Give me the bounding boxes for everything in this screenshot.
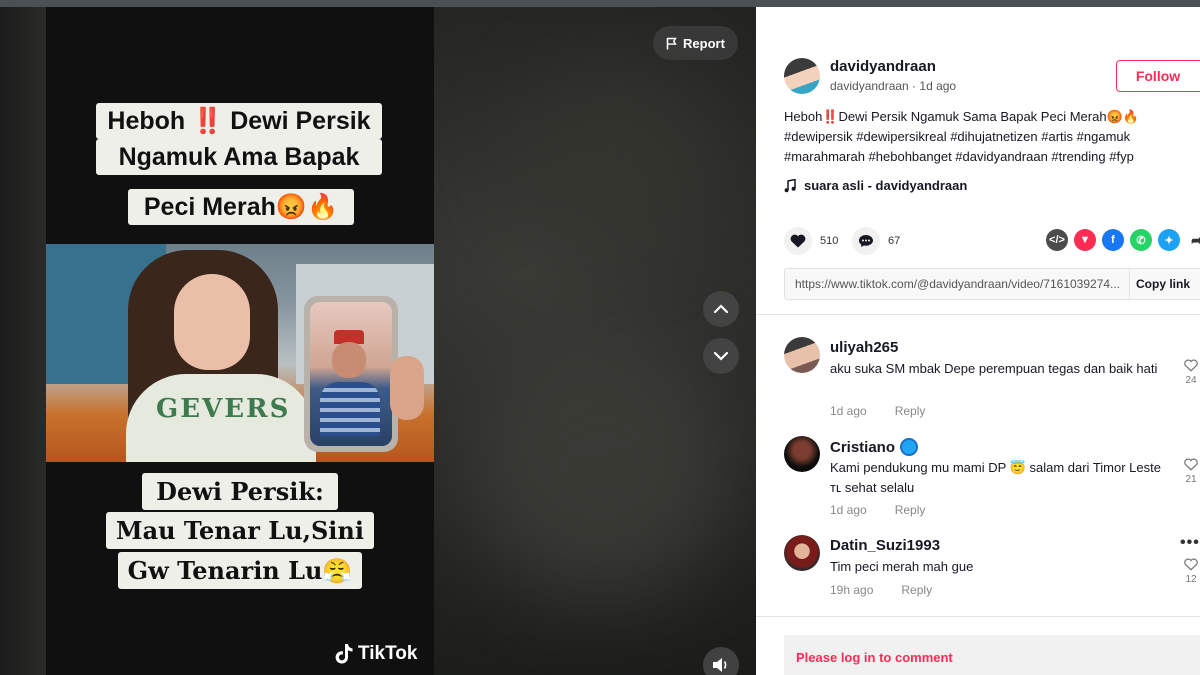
striped-shirt: [320, 382, 380, 436]
video-description: Heboh‼️Dewi Persik Ngamuk Sama Bapak Pec…: [784, 107, 1194, 167]
phone-in-hand: [304, 296, 398, 452]
description-hashtags[interactable]: #dewipersik #dewipersikreal #dihujatneti…: [784, 127, 1194, 167]
heart-outline-icon[interactable]: [1184, 359, 1198, 372]
share-link-url[interactable]: https://www.tiktok.com/@davidyandraan/vi…: [785, 277, 1129, 291]
comment-text: Tim peci merah mah gue: [830, 559, 974, 574]
comment-item: Cristiano Kami pendukung mu mami DP 😇 sa…: [784, 436, 1184, 526]
heart-icon[interactable]: [784, 227, 812, 255]
next-video-button[interactable]: [703, 338, 739, 374]
caption-top-line-1: Heboh ‼️ Dewi Persik: [96, 103, 382, 139]
blurred-background-blob: [470, 337, 730, 597]
blurred-background-blob: [520, 67, 720, 247]
man-face: [332, 342, 366, 378]
volume-button[interactable]: [703, 647, 739, 675]
share-row: </> ▼ f ✆ ✦ ➦: [1046, 229, 1200, 251]
reply-button[interactable]: Reply: [901, 583, 932, 597]
comment-item: uliyah265 aku suka SM mbak Depe perempua…: [784, 337, 1184, 427]
tiktok-watermark: TikTok: [334, 643, 417, 665]
share-link-box: https://www.tiktok.com/@davidyandraan/vi…: [784, 268, 1200, 300]
comment-like[interactable]: 24: [1184, 359, 1198, 386]
comment-like-count: 21: [1185, 474, 1197, 485]
share-arrow-icon[interactable]: ➦: [1186, 229, 1200, 251]
report-label: Report: [683, 35, 725, 51]
comment-username-text: uliyah265: [830, 339, 899, 356]
caption-top-line-3: Peci Merah😡🔥: [128, 189, 354, 225]
chevron-down-icon: [713, 351, 729, 361]
description-text: Heboh‼️Dewi Persik Ngamuk Sama Bapak Pec…: [784, 109, 1139, 124]
facebook-icon[interactable]: f: [1102, 229, 1124, 251]
like-count: 510: [820, 235, 839, 247]
comment-time: 19h ago: [830, 583, 874, 597]
caption-bottom-line-3: Gw Tenarin Lu😤: [118, 552, 362, 589]
comment-time: 1d ago: [830, 404, 867, 418]
reply-button[interactable]: Reply: [895, 404, 926, 418]
comment-like[interactable]: 21: [1184, 458, 1198, 485]
report-button[interactable]: Report: [653, 26, 738, 60]
comment-avatar[interactable]: [784, 436, 820, 472]
music-note-icon: [784, 178, 796, 192]
comment-username-text: Cristiano: [830, 438, 896, 456]
hand: [390, 356, 424, 420]
chevron-up-icon: [713, 304, 729, 314]
comment-stat[interactable]: 67: [852, 227, 900, 255]
blurred-background-left: [0, 7, 46, 675]
caption-top-line-2: Ngamuk Ama Bapak: [96, 139, 382, 175]
author-name[interactable]: davidyandraan: [830, 58, 936, 75]
author-avatar[interactable]: [784, 58, 820, 94]
tiktok-logo-icon: [335, 644, 353, 664]
comment-username[interactable]: Datin_Suzi1993: [830, 537, 940, 554]
tiktok-watermark-label: TikTok: [358, 643, 418, 664]
video-pane: Heboh ‼️ Dewi Persik Ngamuk Ama Bapak Pe…: [0, 7, 756, 675]
comment-avatar[interactable]: [784, 535, 820, 571]
phone-screen: [310, 302, 392, 446]
comment-text: aku suka SM mbak Depe perempuan tegas da…: [830, 361, 1158, 376]
author-subline: davidyandraan · 1d ago: [830, 79, 957, 93]
heart-outline-icon[interactable]: [1184, 458, 1198, 471]
comment-avatar[interactable]: [784, 337, 820, 373]
flag-icon: [666, 37, 677, 49]
login-to-comment-bar[interactable]: Please log in to comment: [784, 635, 1200, 675]
shirt-lettering: GEVERS: [156, 394, 291, 424]
comment-like-count: 12: [1185, 574, 1197, 585]
comment-username[interactable]: uliyah265: [830, 339, 898, 356]
comment-item: Datin_Suzi1993 Tim peci merah mah gue 19…: [784, 535, 1184, 605]
twitter-icon[interactable]: ✦: [1158, 229, 1180, 251]
comment-username-text: Datin_Suzi1993: [830, 537, 941, 554]
section-divider: [756, 314, 1200, 315]
video-frame-image: GEVERS: [46, 244, 434, 462]
comment-meta: 19h ago Reply: [830, 583, 932, 597]
comment-like-count: 24: [1185, 375, 1197, 386]
comment-username[interactable]: Cristiano: [830, 438, 919, 456]
comment-meta: 1d ago Reply: [830, 404, 925, 418]
like-stat[interactable]: 510: [784, 227, 838, 255]
comment-bubble-icon[interactable]: [852, 227, 880, 255]
speaker-icon: [713, 658, 727, 672]
comment-time: 1d ago: [830, 503, 867, 517]
previous-video-button[interactable]: [703, 291, 739, 327]
reply-button[interactable]: Reply: [895, 503, 926, 517]
comment-count: 67: [888, 235, 901, 247]
embed-icon[interactable]: </>: [1046, 229, 1068, 251]
whatsapp-icon[interactable]: ✆: [1130, 229, 1152, 251]
copy-link-button[interactable]: Copy link: [1129, 269, 1200, 299]
music-row[interactable]: suara asli - davidyandraan: [784, 178, 967, 193]
woman-face: [174, 274, 250, 370]
comment-meta: 1d ago Reply: [830, 503, 925, 517]
browser-top-strip: [0, 0, 1200, 7]
tiktok-video-page: Heboh ‼️ Dewi Persik Ngamuk Ama Bapak Pe…: [0, 0, 1200, 675]
heart-outline-icon[interactable]: [1184, 558, 1198, 571]
follow-button[interactable]: Follow: [1116, 60, 1200, 92]
section-divider: [756, 616, 1200, 617]
comment-like[interactable]: 12: [1184, 558, 1198, 585]
more-options-icon[interactable]: •••: [1180, 534, 1200, 552]
send-icon[interactable]: ▼: [1074, 229, 1096, 251]
comment-text: Kami pendukung mu mami DP 😇 salam dari T…: [830, 460, 1161, 495]
caption-bottom-line-1: Dewi Persik:: [142, 473, 338, 510]
verified-badge-icon: [900, 438, 919, 456]
music-label: suara asli - davidyandraan: [804, 178, 968, 193]
caption-bottom-line-2: Mau Tenar Lu,Sini: [106, 512, 374, 549]
details-panel: davidyandraan davidyandraan · 1d ago Fol…: [756, 7, 1200, 675]
video-player[interactable]: Heboh ‼️ Dewi Persik Ngamuk Ama Bapak Pe…: [46, 7, 434, 675]
